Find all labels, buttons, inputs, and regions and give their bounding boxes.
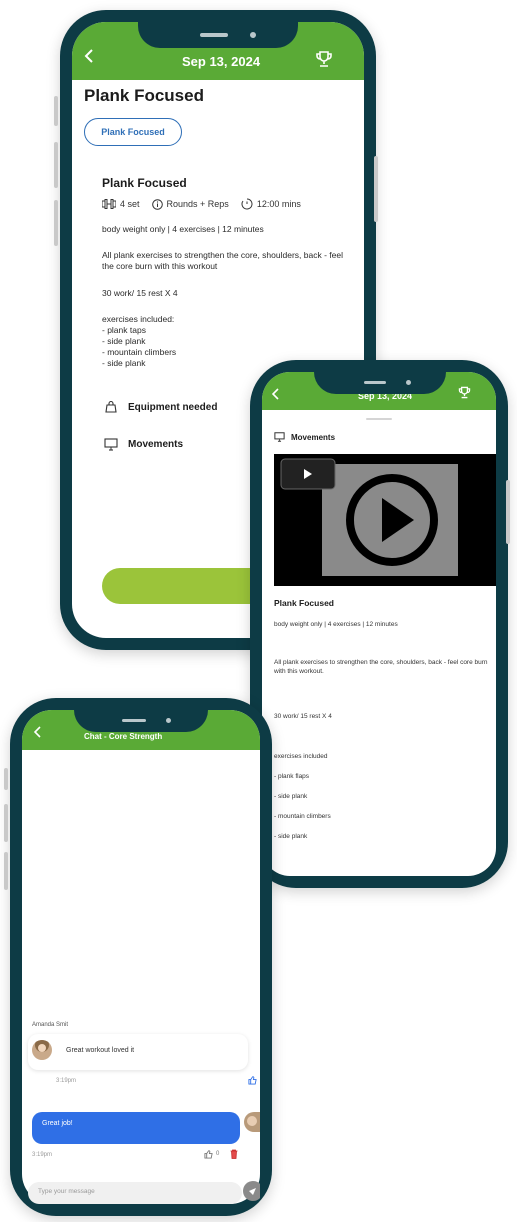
workout-name: Plank Focused (102, 176, 187, 190)
trash-icon[interactable] (230, 1149, 238, 1159)
header-date: Sep 13, 2024 (182, 54, 261, 69)
workout-summary: body weight only | 4 exercises | 12 minu… (274, 621, 398, 628)
my-avatar[interactable] (244, 1112, 260, 1132)
page-title: Plank Focused (84, 86, 204, 105)
phone-movement-video: Sep 13, 2024 Movements Plank Focused bod… (250, 360, 510, 888)
workout-meta-row: 4 set Rounds + Reps 12:00 mins (102, 198, 301, 210)
exercise-item: - side plank (102, 336, 146, 346)
incoming-message: Great workout loved it (28, 1034, 248, 1070)
video-player[interactable] (274, 454, 496, 586)
equipment-row[interactable]: Equipment needed (104, 400, 217, 414)
sets-value: 4 set (120, 199, 140, 209)
exercises-heading: exercises included (274, 753, 328, 760)
workout-intervals: 30 work/ 15 rest X 4 (102, 288, 178, 298)
monitor-icon (104, 438, 118, 451)
movements-heading: Movements (274, 432, 335, 442)
exercise-item: - plank taps (102, 325, 146, 335)
message-input-placeholder: Type your message (38, 1188, 95, 1195)
duration-value: 12:00 mins (256, 199, 301, 209)
send-icon[interactable] (242, 1180, 260, 1202)
sender-name: Amanda Smit (32, 1022, 69, 1028)
trophy-icon[interactable] (315, 50, 333, 68)
like-icon[interactable] (204, 1150, 213, 1159)
format-value: Rounds + Reps (166, 199, 229, 209)
movements-label: Movements (128, 439, 184, 450)
avatar[interactable] (32, 1040, 52, 1060)
exercises-heading: exercises included: (102, 314, 175, 324)
workout-description: All plank exercises to strengthen the co… (274, 659, 488, 675)
like-icon[interactable] (248, 1076, 257, 1085)
back-chevron-icon[interactable] (272, 388, 280, 400)
dumbbell-icon (102, 199, 116, 209)
outgoing-message-text: Great job! (42, 1120, 73, 1127)
exercise-item: - mountain climbers (274, 813, 331, 820)
like-count: 0 (216, 1151, 220, 1157)
exercise-item: - side plank (274, 833, 308, 840)
movements-label: Movements (291, 432, 336, 442)
phone-notch (138, 22, 298, 48)
outgoing-message: Great job! (32, 1112, 240, 1144)
equipment-label: Equipment needed (128, 401, 218, 413)
incoming-message-text: Great workout loved it (66, 1047, 135, 1054)
bag-icon (104, 400, 118, 414)
back-chevron-icon[interactable] (34, 726, 42, 738)
message-input[interactable]: Type your message (28, 1182, 242, 1204)
drag-handle[interactable] (366, 418, 392, 420)
play-icon[interactable] (344, 472, 440, 568)
category-chip[interactable]: Plank Focused (84, 118, 182, 146)
back-chevron-icon[interactable] (84, 48, 94, 64)
small-play-button-icon[interactable] (280, 458, 336, 490)
workout-intervals: 30 work/ 15 rest X 4 (274, 713, 332, 720)
outgoing-time: 3:19pm (32, 1152, 53, 1158)
phone-notch (314, 372, 446, 394)
incoming-time: 3:19pm (56, 1078, 77, 1084)
exercise-item: - mountain climbers (102, 347, 177, 357)
exercise-item: - side plank (274, 793, 308, 800)
phone-notch (74, 710, 208, 732)
trophy-icon[interactable] (458, 386, 471, 399)
workout-summary: body weight only | 4 exercises | 12 minu… (102, 224, 264, 234)
movements-row[interactable]: Movements (104, 438, 183, 451)
timer-icon (241, 198, 253, 210)
monitor-icon (274, 432, 285, 442)
chat-title: Chat - Core Strength (84, 732, 163, 741)
workout-name: Plank Focused (274, 598, 334, 608)
info-icon (151, 198, 163, 210)
movement-video-screen: Sep 13, 2024 Movements Plank Focused bod… (262, 372, 496, 876)
workout-description: All plank exercises to strengthen the co… (102, 250, 343, 271)
exercise-item: - plank flaps (274, 773, 310, 780)
